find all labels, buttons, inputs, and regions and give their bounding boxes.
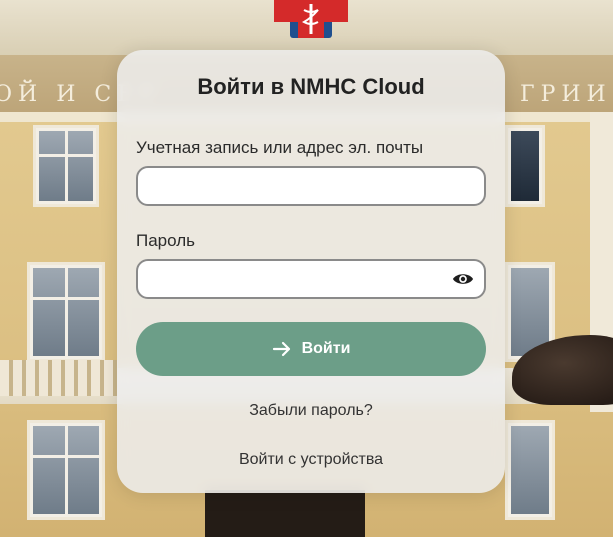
window-glass xyxy=(511,426,549,514)
login-button[interactable]: Войти xyxy=(136,322,486,376)
entrance-door xyxy=(205,490,365,537)
login-title: Войти в NMHC Cloud xyxy=(197,74,425,99)
window xyxy=(27,420,105,520)
frieze-text-right: ГРИИ xyxy=(520,82,612,107)
username-field xyxy=(136,166,486,206)
forgot-password-link[interactable]: Забыли пароль? xyxy=(117,402,505,420)
username-label: Учетная запись или адрес эл. почты xyxy=(136,138,424,157)
username-input[interactable] xyxy=(138,168,484,204)
medical-cross-logo xyxy=(274,0,348,38)
password-input[interactable] xyxy=(138,261,484,297)
window xyxy=(33,125,99,207)
window xyxy=(27,262,105,362)
password-label: Пароль xyxy=(136,231,195,250)
login-card: Войти в NMHC Cloud Учетная запись или ад… xyxy=(117,50,505,493)
login-button-label: Войти xyxy=(301,340,351,357)
window xyxy=(505,125,545,207)
device-login-link[interactable]: Войти с устройства xyxy=(117,451,505,469)
password-field xyxy=(136,259,486,299)
arrow-right-icon xyxy=(272,341,290,357)
window-glass xyxy=(511,131,539,201)
window xyxy=(505,420,555,520)
balustrade xyxy=(0,360,118,396)
eye-icon[interactable] xyxy=(452,270,474,288)
